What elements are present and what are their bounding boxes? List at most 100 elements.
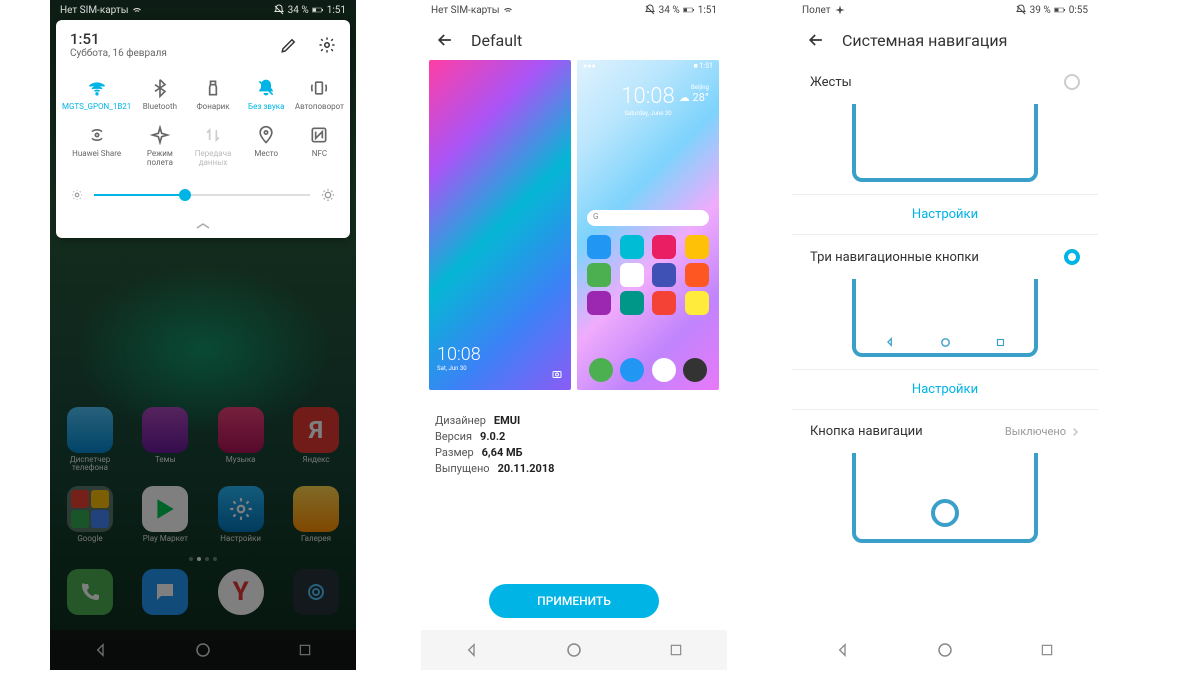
- status-time: 1:51: [698, 5, 717, 16]
- recent-icon: [996, 338, 1005, 347]
- airplane-icon: [150, 125, 170, 145]
- home-icon: [565, 641, 583, 659]
- back-icon: [464, 642, 480, 658]
- nav-recent[interactable]: [651, 635, 701, 665]
- silent-icon: [256, 78, 276, 98]
- preview-homescreen[interactable]: ●●●■ 1:51 10:08 Saturday, June 30 Beijin…: [577, 60, 719, 390]
- flashlight-icon: [203, 78, 223, 98]
- nav-bar: [792, 630, 1098, 670]
- settings-link[interactable]: Настройки: [792, 194, 1098, 234]
- home-icon: [936, 641, 954, 659]
- tile-bluetooth[interactable]: Bluetooth: [133, 71, 186, 118]
- nav-home[interactable]: [549, 635, 599, 665]
- mute-icon: [644, 4, 656, 16]
- sim-status: Нет SIM-карты: [431, 5, 499, 16]
- option-gestures[interactable]: Жесты Настройки: [792, 60, 1098, 235]
- tile-nfc[interactable]: NFC: [293, 118, 346, 174]
- option-navdock[interactable]: Кнопка навигации Выключено: [792, 410, 1098, 543]
- status-bar: Нет SIM-карты 34 %1:51: [50, 0, 356, 20]
- mute-icon: [1015, 4, 1027, 16]
- option-label: Три навигационные кнопки: [810, 250, 979, 265]
- status-time: 0:55: [1069, 5, 1088, 16]
- navdock-status: Выключено: [1005, 425, 1066, 438]
- qs-time: 1:51: [70, 30, 167, 48]
- nav-back[interactable]: [447, 635, 497, 665]
- home-date: Saturday, June 30: [624, 110, 671, 117]
- brightness-slider[interactable]: [56, 179, 350, 215]
- wifi-icon: [502, 4, 514, 16]
- page-header: Default: [421, 20, 727, 60]
- option-three-key[interactable]: Три навигационные кнопки Настройки: [792, 235, 1098, 410]
- nav-recent[interactable]: [1022, 635, 1072, 665]
- chevron-up-icon: [195, 222, 211, 230]
- mute-icon: [273, 4, 285, 16]
- nav-home[interactable]: [920, 635, 970, 665]
- phone-navigation: Полет 39 % 0:55 Системная навигация Жесты…: [792, 0, 1098, 670]
- brightness-high-icon: [320, 187, 336, 203]
- nfc-icon: [309, 125, 329, 145]
- settings-link[interactable]: Настройки: [792, 369, 1098, 409]
- tile-location[interactable]: Место: [240, 118, 293, 174]
- preview-lockscreen[interactable]: 10:08 Sat, Jun 30: [429, 60, 571, 390]
- radio-selected[interactable]: [1064, 249, 1080, 265]
- brightness-low-icon: [70, 188, 84, 202]
- airplane-icon: [834, 4, 846, 16]
- phone-quicksettings: Нет SIM-карты 34 %1:51 1:51 Суббота, 16 …: [50, 0, 356, 670]
- phone-theme: Нет SIM-карты 34 % 1:51 Default 10:08 Sat…: [421, 0, 727, 670]
- status-bar: Нет SIM-карты 34 % 1:51: [421, 0, 727, 20]
- gestures-illustration: [852, 104, 1038, 182]
- tile-autorotate[interactable]: Автоповорот: [293, 71, 346, 118]
- edit-icon[interactable]: [280, 36, 298, 54]
- tile-silent[interactable]: Без звука: [240, 71, 293, 118]
- gear-icon[interactable]: [318, 36, 336, 54]
- option-label: Жесты: [810, 75, 852, 90]
- tile-airplane[interactable]: Режим полета: [133, 118, 186, 174]
- expand-handle[interactable]: [56, 215, 350, 238]
- bluetooth-icon: [150, 78, 170, 98]
- brightness-track[interactable]: [94, 194, 310, 196]
- home-icon: [940, 337, 951, 348]
- battery-icon: [1054, 4, 1066, 16]
- nav-back[interactable]: [818, 635, 868, 665]
- tile-huaweishare[interactable]: Huawei Share: [60, 118, 133, 174]
- navdock-illustration: [852, 453, 1038, 543]
- tile-flashlight[interactable]: Фонарик: [186, 71, 239, 118]
- battery-pct: 34 %: [659, 5, 680, 16]
- qs-date: Суббота, 16 февраля: [70, 48, 167, 59]
- status-bar: Полет 39 % 0:55: [792, 0, 1098, 20]
- back-icon: [835, 642, 851, 658]
- apply-button[interactable]: ПРИМЕНИТЬ: [489, 584, 659, 618]
- status-time: 1:51: [327, 5, 346, 16]
- tile-mobiledata[interactable]: Передача данных: [186, 118, 239, 174]
- autorotate-icon: [309, 78, 329, 98]
- nav-bar: [421, 630, 727, 670]
- back-arrow-icon[interactable]: [806, 30, 826, 50]
- flight-mode: Полет: [802, 5, 831, 16]
- radio-unselected[interactable]: [1064, 74, 1080, 90]
- float-button-icon: [931, 499, 959, 527]
- battery-pct: 34 %: [288, 5, 309, 16]
- threekey-illustration: [852, 279, 1038, 357]
- theme-previews: 10:08 Sat, Jun 30 ●●●■ 1:51 10:08 Saturd…: [421, 60, 727, 390]
- wifi-icon: [131, 4, 143, 16]
- share-icon: [87, 125, 107, 145]
- tile-wifi[interactable]: MGTS_GPON_1B21: [60, 71, 133, 118]
- page-title: Системная навигация: [842, 31, 1007, 50]
- wifi-icon: [87, 78, 107, 98]
- camera-icon: [551, 368, 563, 380]
- search-bar: G: [587, 210, 709, 226]
- qs-tiles: MGTS_GPON_1B21 Bluetooth Фонарик Без зву…: [56, 65, 350, 179]
- back-icon: [885, 337, 895, 347]
- option-label: Кнопка навигации: [810, 424, 923, 439]
- lockscreen-clock: 10:08 Sat, Jun 30: [437, 344, 481, 372]
- weather-widget: Beijing☁ 28°: [679, 84, 709, 104]
- page-header: Системная навигация: [792, 20, 1098, 60]
- battery-pct: 39 %: [1030, 5, 1051, 16]
- page-title: Default: [471, 31, 522, 50]
- qs-header: 1:51 Суббота, 16 февраля: [56, 20, 350, 65]
- location-icon: [256, 125, 276, 145]
- quick-settings-panel: 1:51 Суббота, 16 февраля MGTS_GPON_1B21 …: [56, 20, 350, 238]
- recent-icon: [1040, 643, 1054, 657]
- back-arrow-icon[interactable]: [435, 30, 455, 50]
- theme-info: ДизайнерEMUI Версия9.0.2 Размер6,64 МБ В…: [421, 390, 727, 502]
